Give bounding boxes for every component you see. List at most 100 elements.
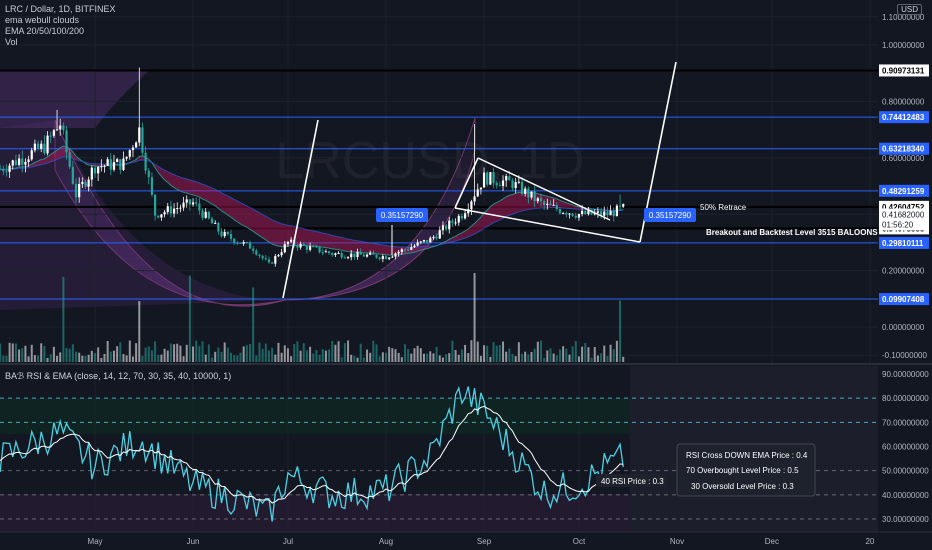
volume-bar-119 [375, 344, 378, 362]
currency-badge[interactable]: USD [897, 4, 922, 15]
tag-right[interactable]: 0.35157290 [644, 208, 696, 222]
candle-body-60 [188, 199, 191, 205]
volume-bar-47 [147, 346, 150, 362]
candle-body-49 [153, 194, 157, 216]
candle-body-111 [350, 253, 353, 258]
candle-body-175 [552, 204, 555, 206]
volume-bar-18 [56, 355, 59, 362]
rsi-tooltip-line-1: RSI Cross DOWN EMA Price : 0.4 [686, 451, 808, 460]
volume-bar-80 [252, 287, 255, 362]
candle-body-197 [622, 204, 625, 207]
candle-body-174 [549, 203, 552, 206]
volume-bar-48 [150, 350, 153, 362]
candle-body-169 [533, 191, 536, 202]
volume-bar-40 [125, 355, 128, 362]
volume-bar-192 [606, 355, 609, 362]
candle-body-183 [577, 214, 581, 218]
volume-bar-54 [169, 343, 172, 362]
volume-bar-164 [517, 342, 520, 362]
volume-bar-193 [609, 344, 612, 362]
volume-bar-94 [296, 341, 299, 362]
candle-body-144 [454, 222, 457, 224]
candle-body-102 [321, 252, 324, 254]
volume-bar-187 [590, 357, 593, 362]
candle-body-130 [410, 247, 413, 250]
rsi-title[interactable]: BAℬ RSI & EMA (close, 14, 12, 70, 30, 35… [5, 371, 231, 382]
candle-body-75 [236, 242, 239, 244]
price-tick-label-6: 0.00000000 [882, 323, 925, 332]
candle-body-17 [52, 130, 55, 136]
volume-bar-130 [410, 353, 413, 362]
volume-bar-45 [141, 355, 144, 362]
candle-body-173 [546, 203, 549, 206]
volume-bar-196 [619, 300, 622, 362]
volume-bar-19 [59, 352, 62, 362]
candle-body-46 [144, 152, 147, 171]
volume-bar-44 [138, 301, 141, 362]
volume-bar-5 [14, 343, 17, 362]
candle-body-20 [62, 125, 65, 131]
volume-bar-102 [321, 349, 324, 362]
candle-body-193 [609, 210, 612, 216]
candle-body-12 [36, 143, 40, 149]
rsi-40-label: 40 RSI Price : 0.3 [596, 474, 666, 487]
price-tick-label-3: 0.60000000 [882, 154, 925, 163]
candle-body-77 [242, 242, 245, 244]
volume-bar-3 [8, 342, 11, 362]
volume-bar-135 [426, 353, 429, 362]
level-label-3: 0.48291259 [882, 187, 925, 196]
time-label-nov: Nov [670, 537, 684, 546]
candle-body-106 [334, 253, 337, 255]
candle-body-97 [305, 245, 309, 250]
candle-body-55 [172, 208, 176, 214]
volume-bar-153 [483, 345, 486, 362]
candle-body-137 [432, 237, 435, 239]
volume-bar-9 [27, 356, 30, 362]
volume-bar-32 [100, 357, 103, 362]
volume-bar-190 [600, 353, 603, 362]
volume-bar-133 [419, 348, 422, 362]
volume-bar-157 [495, 345, 498, 362]
volume-bar-83 [261, 348, 264, 362]
volume-bar-89 [280, 352, 283, 362]
candle-body-160 [505, 176, 508, 181]
volume-bar-97 [305, 350, 308, 362]
volume-bar-132 [416, 345, 419, 362]
candle-body-124 [391, 256, 394, 258]
volume-bar-147 [464, 344, 467, 362]
chart-canvas[interactable]: LRCUSD, 1D 0.35157290 0.35157290 50% Ret… [0, 0, 932, 550]
volume-bar-112 [353, 355, 356, 362]
time-label-jun: Jun [187, 537, 200, 546]
candle-body-194 [612, 210, 615, 217]
indicator-2[interactable]: EMA 20/50/100/200 [5, 26, 84, 37]
candle-body-162 [511, 180, 514, 188]
indicator-3[interactable]: Vol [5, 37, 18, 48]
volume-bar-50 [157, 354, 160, 362]
candle-body-147 [463, 213, 467, 219]
indicator-1[interactable]: ema webull clouds [5, 15, 79, 26]
volume-bar-61 [192, 346, 195, 362]
candle-body-26 [81, 181, 84, 184]
volume-bar-161 [508, 348, 511, 362]
volume-bar-69 [217, 347, 220, 362]
candle-body-56 [176, 208, 179, 210]
candle-body-140 [441, 225, 445, 231]
candle-body-6 [17, 158, 21, 165]
volume-bar-72 [226, 347, 229, 362]
candle-body-166 [524, 188, 527, 194]
volume-bar-137 [432, 353, 435, 362]
candle-body-35 [109, 159, 112, 170]
volume-bar-53 [166, 350, 169, 362]
candle-body-138 [435, 237, 438, 239]
volume-bar-74 [233, 355, 236, 362]
volume-bar-183 [577, 356, 580, 362]
candle-body-50 [157, 215, 160, 218]
tag-left[interactable]: 0.35157290 [376, 208, 428, 222]
volume-bar-146 [460, 349, 463, 362]
volume-bar-150 [473, 273, 476, 362]
candle-body-72 [226, 231, 229, 235]
candle-body-52 [163, 212, 166, 215]
volume-bar-104 [328, 349, 331, 362]
candle-body-34 [106, 159, 109, 166]
candle-body-126 [397, 251, 400, 254]
